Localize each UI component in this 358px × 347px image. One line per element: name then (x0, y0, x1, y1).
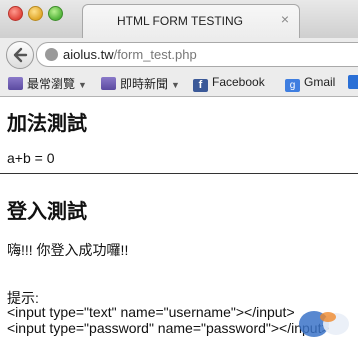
watermark-logo-icon (299, 311, 349, 337)
sum-result: a+b = 0 (7, 150, 55, 166)
folder-icon (8, 77, 23, 90)
bookmark-facebook[interactable]: f Facebook (193, 75, 265, 92)
bookmark-overflow-icon[interactable] (348, 75, 358, 89)
bookmark-folder-news[interactable]: 即時新聞 ▼ (101, 75, 180, 92)
chevron-down-icon: ▼ (78, 80, 87, 90)
hint-line-password: <input type="password" name="password"><… (7, 320, 330, 336)
page-content: 加法測試 a+b = 0 登入測試 嗨!!! 你登入成功囉!! 提示: <inp… (0, 97, 358, 347)
url-path: /form_test.php (113, 47, 197, 62)
hint-line-username: <input type="text" name="username"></inp… (7, 304, 295, 320)
url-text: aiolus.tw/form_test.php (63, 47, 197, 62)
bookmark-label: 最常瀏覽 (27, 77, 76, 91)
browser-tab[interactable]: HTML FORM TESTING × (82, 4, 300, 39)
bookmark-label: Facebook (212, 75, 265, 89)
globe-icon (45, 48, 58, 61)
google-icon: g (285, 79, 300, 92)
title-bar: HTML FORM TESTING × (0, 0, 358, 39)
divider (0, 173, 358, 174)
back-arrow-icon (13, 47, 28, 63)
back-button[interactable] (6, 41, 34, 69)
bookmark-gmail[interactable]: g Gmail (285, 75, 335, 92)
facebook-icon: f (193, 79, 208, 92)
browser-toolbar: aiolus.tw/form_test.php (0, 38, 358, 70)
window-maximize-button[interactable] (48, 6, 63, 21)
heading-addition-test: 加法測試 (7, 113, 87, 135)
window-close-button[interactable] (8, 6, 23, 21)
bookmarks-bar: 最常瀏覽 ▼ 即時新聞 ▼ f Facebook g Gmail (0, 70, 358, 97)
window-minimize-button[interactable] (28, 6, 43, 21)
chevron-down-icon: ▼ (171, 80, 180, 90)
login-message: 嗨!!! 你登入成功囉!! (7, 242, 129, 258)
folder-icon (101, 77, 116, 90)
bookmark-label: 即時新聞 (120, 77, 169, 91)
bookmark-folder-most-visited[interactable]: 最常瀏覽 ▼ (8, 75, 87, 92)
heading-login-test: 登入測試 (7, 201, 87, 223)
url-host: aiolus.tw (63, 47, 114, 62)
tab-title: HTML FORM TESTING (117, 14, 243, 28)
bookmark-label: Gmail (304, 75, 336, 89)
tab-close-icon[interactable]: × (281, 12, 289, 26)
address-bar[interactable]: aiolus.tw/form_test.php (36, 42, 358, 67)
